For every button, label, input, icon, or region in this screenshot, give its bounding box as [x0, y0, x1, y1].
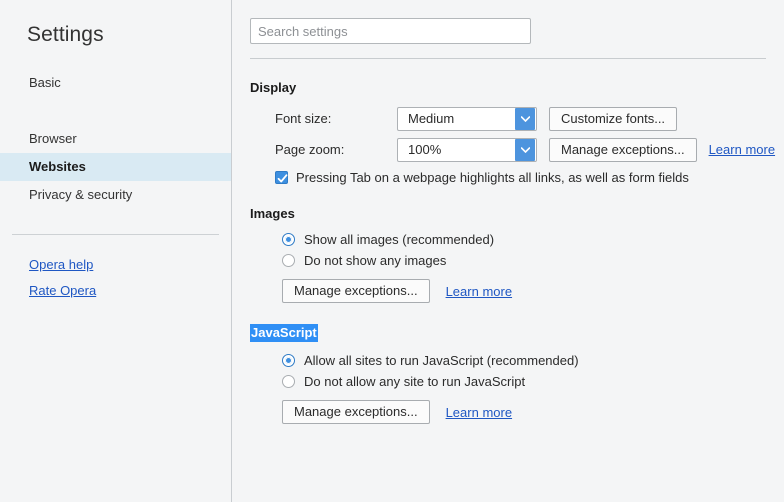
images-manage-exceptions-button[interactable]: Manage exceptions...	[282, 279, 430, 303]
sidebar-link-row: Opera help	[0, 252, 231, 278]
page-title: Settings	[27, 23, 104, 46]
section-heading-javascript: JavaScript	[250, 324, 318, 342]
sidebar-item-label: Basic	[29, 75, 61, 90]
page-zoom-row: Page zoom: 100% Manage exceptions... Lea…	[257, 134, 784, 165]
sidebar-item-basic[interactable]: Basic	[0, 69, 231, 97]
page-zoom-value: 100%	[408, 142, 442, 157]
search-area	[232, 0, 784, 44]
images-option-show-all[interactable]: Show all images (recommended)	[257, 229, 784, 250]
images-learn-more-link[interactable]: Learn more	[446, 284, 512, 299]
settings-content: Display Font size: Medium Customize font…	[232, 0, 784, 502]
images-show-all-label: Show all images (recommended)	[304, 232, 495, 247]
font-size-label: Font size:	[275, 111, 332, 126]
javascript-disallow-all-radio[interactable]	[282, 375, 295, 388]
tab-highlight-row[interactable]: Pressing Tab on a webpage highlights all…	[257, 170, 784, 185]
font-size-value: Medium	[408, 111, 455, 126]
javascript-manage-exceptions-button[interactable]: Manage exceptions...	[282, 400, 430, 424]
font-size-select[interactable]: Medium	[397, 106, 537, 131]
section-javascript: JavaScript Allow all sites to run JavaSc…	[232, 303, 784, 424]
javascript-learn-more-link[interactable]: Learn more	[446, 405, 512, 420]
images-hide-all-radio[interactable]	[282, 254, 295, 267]
sidebar-link-row: Rate Opera	[0, 278, 231, 304]
font-size-row: Font size: Medium Customize fonts...	[257, 103, 784, 134]
javascript-option-allow-all[interactable]: Allow all sites to run JavaScript (recom…	[257, 350, 784, 371]
section-heading-images: Images	[250, 206, 295, 221]
javascript-option-disallow-all[interactable]: Do not allow any site to run JavaScript	[257, 371, 784, 392]
chevron-down-icon[interactable]	[515, 138, 535, 161]
javascript-disallow-all-label: Do not allow any site to run JavaScript	[304, 374, 526, 389]
javascript-allow-all-label: Allow all sites to run JavaScript (recom…	[304, 353, 579, 368]
page-zoom-manage-exceptions-button[interactable]: Manage exceptions...	[549, 137, 697, 162]
tab-highlight-checkbox[interactable]	[275, 171, 288, 184]
opera-help-link[interactable]: Opera help	[29, 257, 93, 272]
sidebar-nav: Basic Browser Websites Privacy & securit…	[0, 69, 231, 209]
customize-fonts-button[interactable]: Customize fonts...	[549, 106, 678, 131]
page-zoom-label: Page zoom:	[275, 142, 345, 157]
javascript-allow-all-radio[interactable]	[282, 354, 295, 367]
rate-opera-link[interactable]: Rate Opera	[29, 283, 96, 298]
tab-highlight-label: Pressing Tab on a webpage highlights all…	[296, 170, 689, 185]
section-images: Images Show all images (recommended) Do …	[232, 206, 784, 303]
section-display: Display Font size: Medium Customize font…	[232, 80, 784, 185]
sidebar: Settings Basic Browser Websites Privacy …	[0, 0, 232, 502]
settings-window: Settings Basic Browser Websites Privacy …	[0, 0, 784, 502]
display-rows: Font size: Medium Customize fonts... Pag…	[250, 103, 784, 185]
search-input[interactable]	[250, 18, 531, 44]
sidebar-item-label: Websites	[29, 159, 86, 174]
images-option-hide-all[interactable]: Do not show any images	[257, 250, 784, 271]
page-zoom-learn-more-link[interactable]: Learn more	[709, 142, 775, 157]
sidebar-item-label: Privacy & security	[29, 187, 133, 202]
javascript-action-row: Manage exceptions... Learn more	[257, 400, 784, 424]
section-heading-display: Display	[250, 80, 297, 95]
content-divider	[250, 58, 766, 59]
page-zoom-select[interactable]: 100%	[397, 137, 537, 162]
images-hide-all-label: Do not show any images	[304, 253, 447, 268]
sidebar-divider	[12, 234, 219, 235]
sidebar-item-privacy-security[interactable]: Privacy & security	[0, 181, 231, 209]
images-rows: Show all images (recommended) Do not sho…	[250, 229, 784, 303]
sidebar-links: Opera help Rate Opera	[0, 252, 231, 304]
chevron-down-icon[interactable]	[515, 107, 535, 130]
images-show-all-radio[interactable]	[282, 233, 295, 246]
sidebar-item-browser[interactable]: Browser	[0, 125, 231, 153]
javascript-rows: Allow all sites to run JavaScript (recom…	[250, 350, 784, 424]
sidebar-item-label: Browser	[29, 131, 77, 146]
sidebar-item-websites[interactable]: Websites	[0, 153, 231, 181]
images-action-row: Manage exceptions... Learn more	[257, 279, 784, 303]
checkmark-icon	[277, 174, 288, 183]
